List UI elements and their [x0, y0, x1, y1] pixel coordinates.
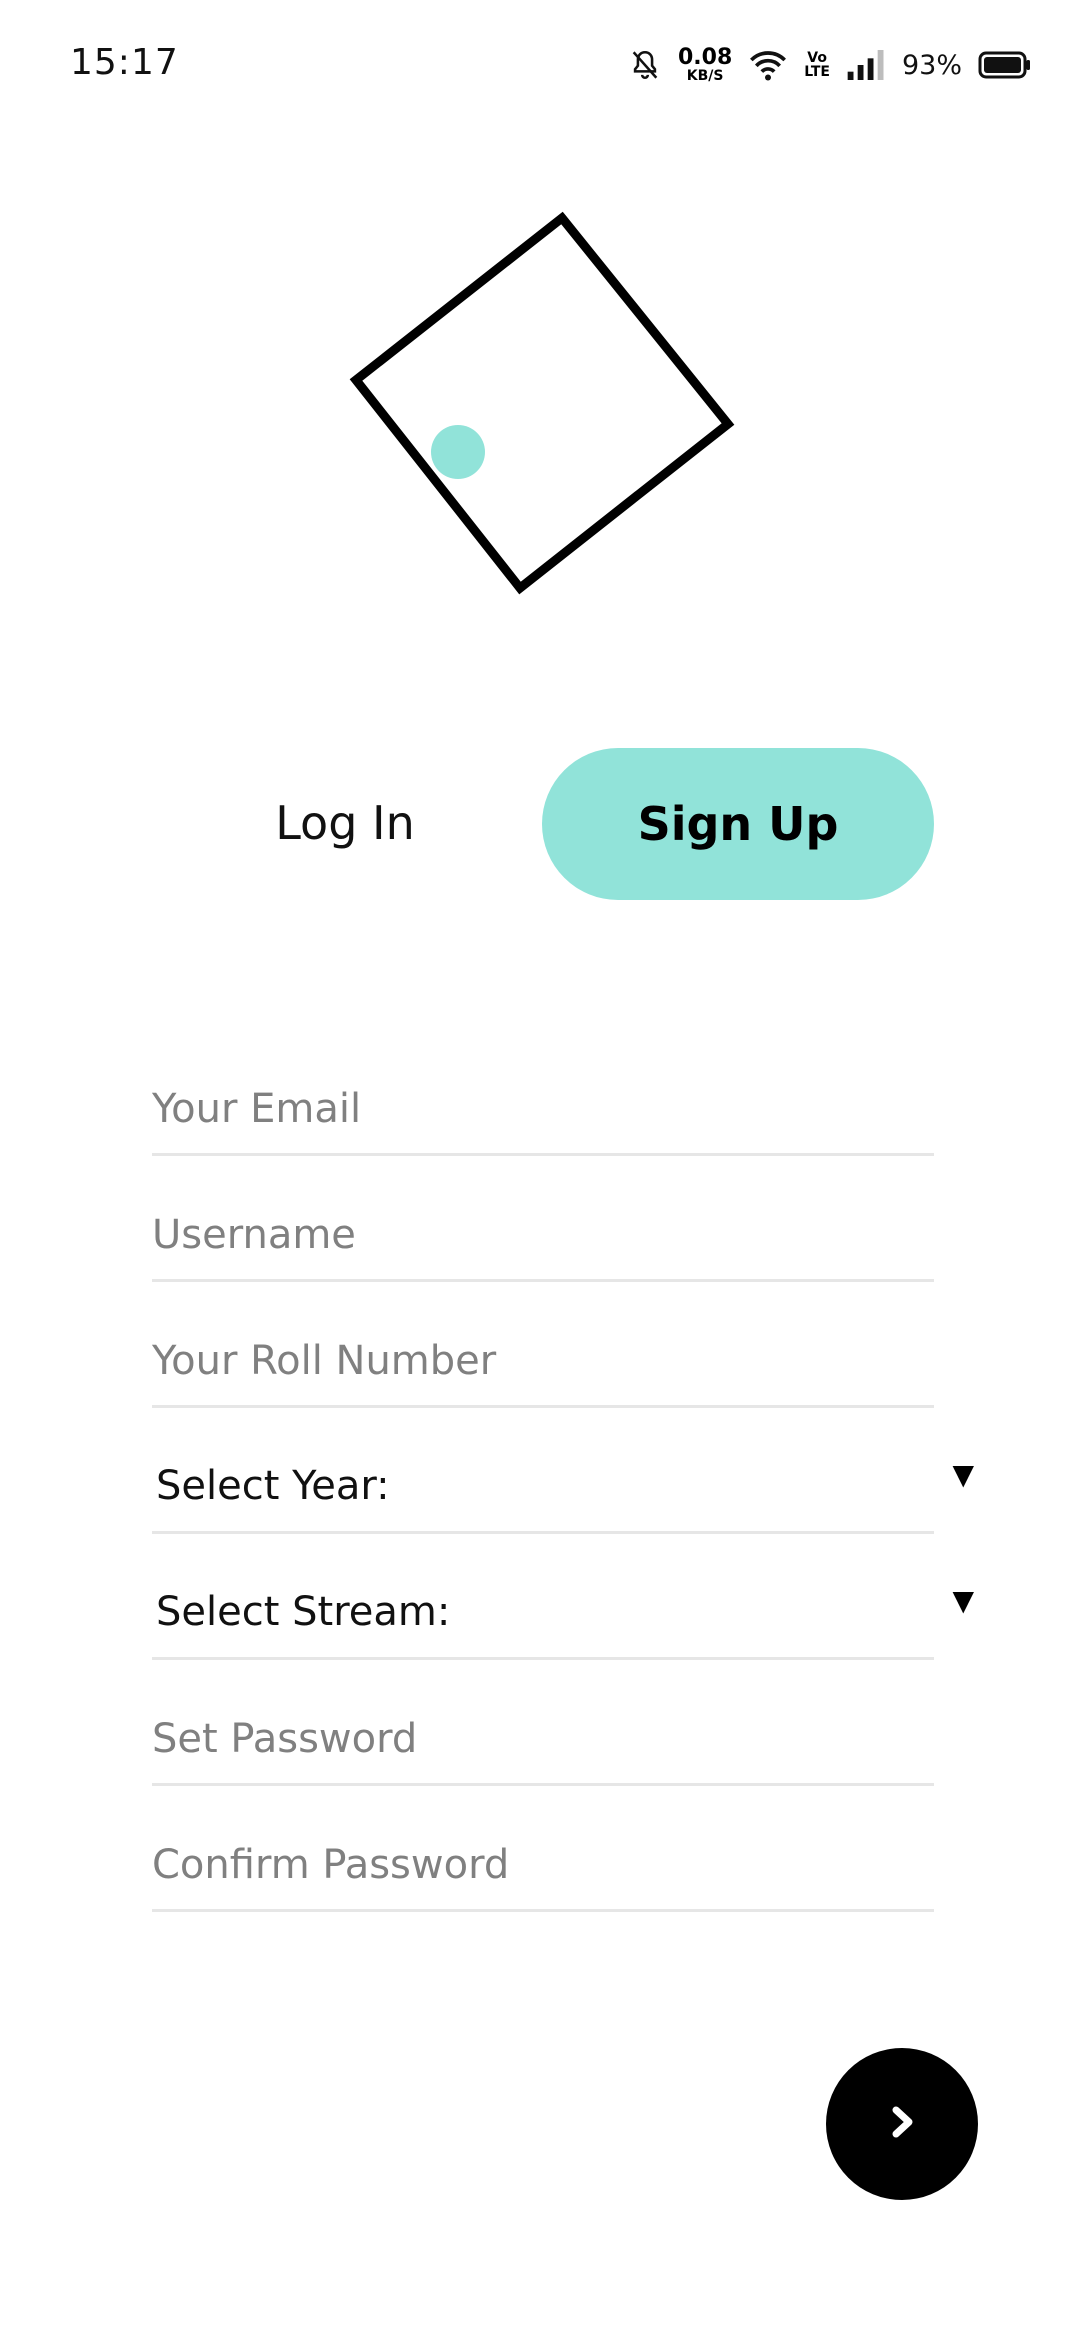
battery-percent: 93%	[901, 49, 962, 81]
year-select-label: Select Year:	[156, 1463, 390, 1509]
confirm-password-input[interactable]	[152, 1835, 934, 1895]
chevron-right-icon	[882, 2102, 922, 2146]
wifi-icon	[748, 48, 788, 82]
roll-number-field-row	[152, 1282, 934, 1408]
email-input[interactable]	[152, 1079, 934, 1139]
password-field-row	[152, 1660, 934, 1786]
password-input[interactable]	[152, 1709, 934, 1769]
signal-icon	[846, 48, 886, 82]
status-bar: 15:17 0.08 KB/S Vo LTE 93%	[0, 0, 1080, 130]
stream-select[interactable]: Select Stream: ▼	[152, 1534, 974, 1660]
bell-muted-icon	[628, 48, 662, 82]
app-logo	[340, 200, 760, 620]
volte-bottom: LTE	[804, 64, 830, 80]
dropdown-arrow-icon: ▼	[952, 1584, 974, 1617]
roll-number-input[interactable]	[152, 1331, 934, 1391]
volte-top: Vo	[807, 50, 827, 66]
next-button[interactable]	[826, 2048, 978, 2200]
dropdown-arrow-icon: ▼	[952, 1458, 974, 1491]
year-select[interactable]: Select Year: ▼	[152, 1408, 974, 1534]
network-speed: 0.08 KB/S	[677, 45, 733, 84]
status-icons: 0.08 KB/S Vo LTE 93%	[628, 40, 1032, 90]
signup-form: Select Year: ▼ Select Stream: ▼	[152, 1030, 974, 1912]
username-field-row	[152, 1156, 934, 1282]
battery-icon	[978, 50, 1032, 80]
email-field-row	[152, 1030, 934, 1156]
status-time: 15:17	[70, 42, 179, 83]
confirm-password-field-row	[152, 1786, 934, 1912]
tab-login[interactable]: Log In	[240, 748, 450, 898]
volte-indicator: Vo LTE	[804, 51, 830, 79]
username-input[interactable]	[152, 1205, 934, 1265]
network-speed-value: 0.08	[677, 45, 733, 70]
stream-select-label: Select Stream:	[156, 1589, 451, 1635]
logo-dot	[431, 425, 485, 479]
tab-signup[interactable]: Sign Up	[542, 748, 934, 900]
network-speed-unit: KB/S	[686, 68, 724, 84]
